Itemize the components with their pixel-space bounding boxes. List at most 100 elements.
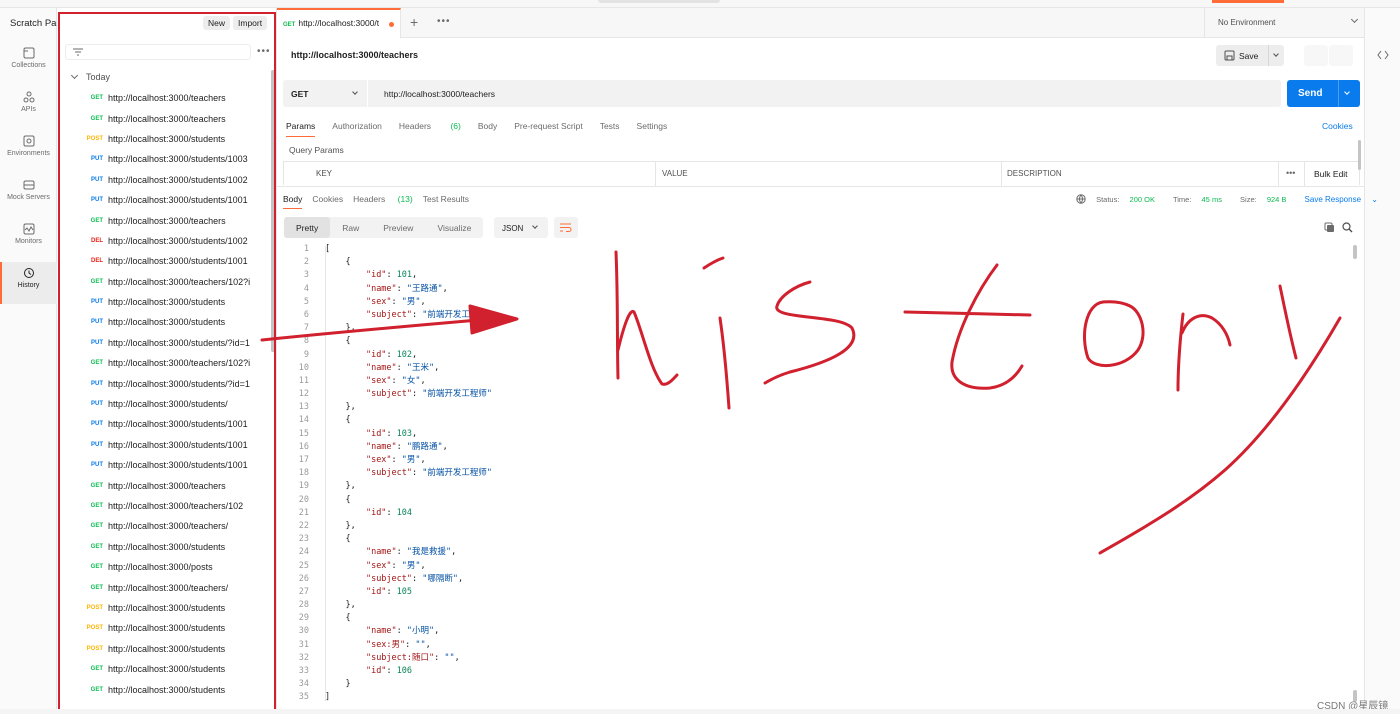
history-item[interactable]: PUT http://localhost:3000/students/ [57, 394, 269, 414]
history-item[interactable]: POST http://localhost:3000/students [57, 618, 269, 638]
tab-tests[interactable]: Tests [600, 121, 620, 137]
history-item[interactable]: GET http://localhost:3000/students [57, 659, 269, 679]
sidebar-scrollbar[interactable] [271, 70, 275, 352]
history-item[interactable]: GET http://localhost:3000/teachers/ [57, 577, 269, 597]
history-filter-input[interactable] [65, 44, 251, 60]
nav-item-environments[interactable]: Environments [0, 130, 57, 172]
history-item[interactable]: GET http://localhost:3000/teachers [57, 88, 269, 108]
tab-body[interactable]: Body [478, 121, 497, 137]
status-display[interactable]: Status: 200 OK [1096, 195, 1163, 204]
comments-button[interactable] [1329, 45, 1353, 66]
url-input[interactable] [368, 80, 1281, 107]
tab-pre-request-script[interactable]: Pre-request Script [514, 121, 583, 137]
chevron-down-icon[interactable] [1344, 89, 1350, 95]
code-icon[interactable] [1377, 50, 1389, 60]
format-preview[interactable]: Preview [371, 217, 425, 238]
tab-settings[interactable]: Settings [637, 121, 668, 137]
method-select[interactable]: GET [283, 80, 367, 107]
workspace-title[interactable]: Scratch Pad [10, 18, 62, 29]
save-button[interactable]: Save [1216, 45, 1284, 66]
history-item[interactable]: GET http://localhost:3000/teachers [57, 210, 269, 230]
nav-item-history[interactable]: History [0, 262, 57, 304]
response-tab-body[interactable]: Body [283, 194, 303, 209]
history-item-url: http://localhost:3000/students [108, 623, 226, 634]
history-item[interactable]: GET http://localhost:3000/teachers/102 [57, 496, 269, 516]
more-options-icon[interactable]: ••• [257, 46, 271, 57]
format-pretty[interactable]: Pretty [284, 217, 331, 238]
history-item[interactable]: GET http://localhost:3000/teachers/102?i [57, 272, 269, 292]
history-item[interactable]: PUT http://localhost:3000/students/1001 [57, 190, 269, 210]
chevron-down-icon[interactable] [1273, 51, 1279, 57]
nav-item-monitors[interactable]: Monitors [0, 218, 57, 260]
pane-resize-handle[interactable] [1358, 140, 1361, 170]
history-item[interactable]: PUT http://localhost:3000/students/?id=1 [57, 373, 269, 393]
history-item[interactable]: DEL http://localhost:3000/students/1001 [57, 251, 269, 271]
code-text: "name": "王路通", [365, 283, 448, 294]
history-item[interactable]: GET http://localhost:3000/students [57, 537, 269, 557]
history-item[interactable]: PUT http://localhost:3000/students [57, 292, 269, 312]
nav-item-mock-servers[interactable]: Mock Servers [0, 174, 57, 216]
tab-headers[interactable]: Headers (6) [399, 121, 461, 137]
wrap-lines-button[interactable] [554, 217, 578, 238]
history-item[interactable]: GET http://localhost:3000/teachers/102?i [57, 353, 269, 373]
environment-selector[interactable]: No Environment [1204, 8, 1364, 37]
history-item[interactable]: GET http://localhost:3000/posts [57, 557, 269, 577]
history-item[interactable]: GET http://localhost:3000/teachers [57, 475, 269, 495]
history-item[interactable]: GET http://localhost:3000/teachers [57, 108, 269, 128]
search-pill[interactable] [598, 0, 720, 3]
code-text: { [325, 534, 351, 545]
copy-icon[interactable] [1324, 222, 1335, 233]
send-button[interactable]: Send [1287, 80, 1360, 107]
format-raw[interactable]: Raw [330, 217, 371, 238]
history-item[interactable]: POST http://localhost:3000/students [57, 129, 269, 149]
history-item[interactable]: PUT http://localhost:3000/students/1002 [57, 170, 269, 190]
history-item[interactable]: POST http://localhost:3000/students [57, 598, 269, 618]
table-more-icon[interactable]: ••• [1286, 168, 1295, 178]
bulk-edit-button[interactable]: Bulk Edit [1314, 169, 1348, 179]
request-title[interactable]: http://localhost:3000/teachers [291, 50, 418, 60]
history-item[interactable]: GET http://localhost:3000/students [57, 679, 269, 699]
history-item-method: PUT [91, 380, 103, 387]
tab-more-icon[interactable]: ••• [437, 16, 451, 27]
new-tab-icon[interactable]: + [410, 14, 418, 30]
response-tab-headers[interactable]: Headers (13) [353, 194, 413, 209]
response-body-editor[interactable]: 1[2 {3 "id": 101, 4 "name": "王路通", 5 "sex"… [283, 243, 1353, 705]
nav-item-collections[interactable]: Collections [0, 42, 57, 84]
cookies-link[interactable]: Cookies [1322, 121, 1353, 131]
search-icon[interactable] [1342, 222, 1353, 233]
language-select[interactable]: JSON [494, 217, 548, 238]
editor-scrollbar[interactable] [1353, 245, 1357, 259]
upgrade-button[interactable] [1212, 0, 1284, 3]
history-item[interactable]: PUT http://localhost:3000/students/1001 [57, 414, 269, 434]
line-number: 1 [303, 244, 309, 254]
import-button[interactable]: Import [233, 16, 268, 30]
request-tab[interactable]: GET http://localhost:3000/t [277, 8, 401, 38]
time-display[interactable]: Time: 45 ms [1173, 195, 1230, 204]
line-number: 8 [303, 336, 309, 347]
edit-button[interactable] [1304, 45, 1328, 66]
history-item[interactable]: POST http://localhost:3000/students [57, 639, 269, 659]
tab-params[interactable]: Params [286, 121, 316, 137]
history-item[interactable]: PUT http://localhost:3000/students/?id=1 [57, 333, 269, 353]
history-item-url: http://localhost:3000/posts [108, 562, 213, 573]
history-item[interactable]: PUT http://localhost:3000/students/1001 [57, 455, 269, 475]
response-tab-test-results[interactable]: Test Results [423, 194, 469, 209]
history-item[interactable]: PUT http://localhost:3000/students/1001 [57, 435, 269, 455]
history-item-method: POST [86, 625, 103, 632]
size-display[interactable]: Size: 924 B [1240, 195, 1294, 204]
new-button[interactable]: New [203, 16, 231, 30]
save-response-label: Save Response [1304, 195, 1362, 204]
response-tab-cookies[interactable]: Cookies [312, 194, 343, 209]
history-item[interactable]: GET http://localhost:3000/teachers/ [57, 516, 269, 536]
history-item[interactable]: DEL http://localhost:3000/students/1002 [57, 231, 269, 251]
history-item-url: http://localhost:3000/students/1001 [108, 439, 248, 450]
history-group-today[interactable]: Today [70, 71, 110, 82]
save-response-button[interactable]: Save Response ⌄ [1305, 195, 1378, 204]
nav-item-apis[interactable]: APIs [0, 86, 57, 128]
history-item[interactable]: PUT http://localhost:3000/students [57, 312, 269, 332]
globe-icon[interactable] [1076, 194, 1086, 204]
history-item[interactable]: PUT http://localhost:3000/students/1003 [57, 149, 269, 169]
pane-divider[interactable] [277, 186, 1364, 187]
tab-authorization[interactable]: Authorization [332, 121, 382, 137]
format-visualize[interactable]: Visualize [425, 217, 483, 238]
